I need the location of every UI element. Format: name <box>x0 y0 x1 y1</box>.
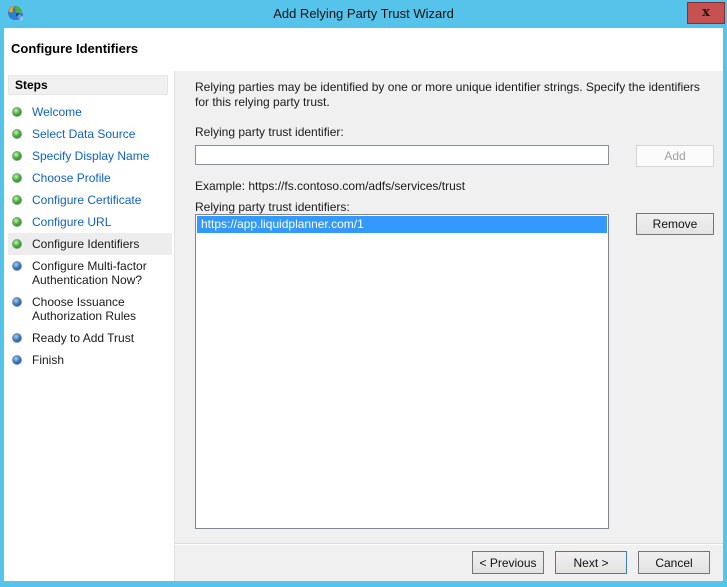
main-column: Relying parties may be identified by one… <box>174 71 723 581</box>
title-bar[interactable]: Add Relying Party Trust Wizard x <box>0 0 727 28</box>
step-label: Configure Certificate <box>32 193 141 207</box>
step-label: Welcome <box>32 105 82 119</box>
step-label: Configure URL <box>32 215 111 229</box>
intro-text: Relying parties may be identified by one… <box>195 80 714 110</box>
identifier-input-label: Relying party trust identifier: <box>195 126 717 139</box>
step-item-configure-multi-factor-authentication-now-: Configure Multi-factor Authentication No… <box>8 255 172 291</box>
step-item-welcome[interactable]: Welcome <box>8 101 172 123</box>
step-status-dot <box>12 217 22 227</box>
page-title: Configure Identifiers <box>4 28 723 56</box>
step-item-configure-url[interactable]: Configure URL <box>8 211 172 233</box>
step-status-dot <box>12 173 22 183</box>
step-status-dot <box>12 151 22 161</box>
step-status-dot <box>12 261 22 271</box>
next-button[interactable]: Next > <box>555 551 627 574</box>
step-item-finish: Finish <box>8 349 172 371</box>
wizard-footer: < Previous Next > Cancel <box>175 543 723 581</box>
cancel-button[interactable]: Cancel <box>638 551 710 574</box>
step-item-select-data-source[interactable]: Select Data Source <box>8 123 172 145</box>
step-status-dot <box>12 239 22 249</box>
wizard-window: Add Relying Party Trust Wizard x Configu… <box>0 0 727 587</box>
identifiers-list-label: Relying party trust identifiers: <box>195 201 717 213</box>
step-label: Configure Identifiers <box>32 237 139 251</box>
step-item-configure-identifiers: Configure Identifiers <box>8 233 172 255</box>
identifier-input-row: Add <box>195 145 717 167</box>
step-label: Configure Multi-factor Authentication No… <box>32 259 170 287</box>
step-label: Select Data Source <box>32 127 135 141</box>
step-status-dot <box>12 107 22 117</box>
identifiers-row: https://app.liquidplanner.com/1 Remove <box>195 213 717 529</box>
close-button[interactable]: x <box>687 2 725 24</box>
step-status-dot <box>12 355 22 365</box>
step-item-choose-profile[interactable]: Choose Profile <box>8 167 172 189</box>
step-label: Ready to Add Trust <box>32 331 134 345</box>
relying-party-trust-identifier-input[interactable] <box>195 145 609 165</box>
example-text: Example: https://fs.contoso.com/adfs/ser… <box>195 179 717 194</box>
previous-button[interactable]: < Previous <box>472 551 544 574</box>
window-title: Add Relying Party Trust Wizard <box>0 6 727 21</box>
step-label: Finish <box>32 353 64 367</box>
step-label: Specify Display Name <box>32 149 149 163</box>
dialog-body: Steps Welcome Select Data Source Specify D… <box>4 71 723 581</box>
step-label: Choose Issuance Authorization Rules <box>32 295 170 323</box>
step-item-configure-certificate[interactable]: Configure Certificate <box>8 189 172 211</box>
steps-list: Welcome Select Data Source Specify Display… <box>8 101 174 371</box>
identifier-list-item[interactable]: https://app.liquidplanner.com/1 <box>197 216 607 233</box>
dialog-surface: Configure Identifiers Steps Welcome Selec… <box>4 28 723 581</box>
identifiers-listbox[interactable]: https://app.liquidplanner.com/1 <box>195 214 609 529</box>
remove-button[interactable]: Remove <box>636 213 714 235</box>
step-item-specify-display-name[interactable]: Specify Display Name <box>8 145 172 167</box>
step-label: Choose Profile <box>32 171 111 185</box>
step-item-ready-to-add-trust: Ready to Add Trust <box>8 327 172 349</box>
add-button[interactable]: Add <box>636 145 714 167</box>
page-header: Configure Identifiers <box>4 28 723 71</box>
step-item-choose-issuance-authorization-rules: Choose Issuance Authorization Rules <box>8 291 172 327</box>
step-status-dot <box>12 297 22 307</box>
content-area: Relying parties may be identified by one… <box>175 71 723 543</box>
step-status-dot <box>12 195 22 205</box>
steps-sidebar: Steps Welcome Select Data Source Specify D… <box>4 71 174 581</box>
step-status-dot <box>12 333 22 343</box>
step-status-dot <box>12 129 22 139</box>
steps-panel-title: Steps <box>8 75 168 95</box>
